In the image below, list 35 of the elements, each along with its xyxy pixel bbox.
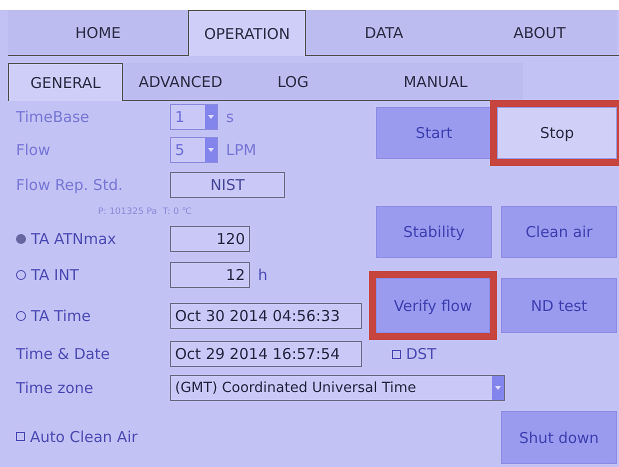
dropdown[interactable]: (GMT) Coordinated Universal Time bbox=[170, 374, 505, 400]
field-label: Time zone bbox=[16, 378, 94, 396]
main-tab[interactable]: OPERATION bbox=[188, 10, 306, 56]
field-label: TA ATNmax bbox=[31, 230, 116, 248]
unit-label: s bbox=[226, 108, 234, 126]
radio-button[interactable] bbox=[16, 270, 26, 280]
checkbox[interactable] bbox=[392, 350, 401, 358]
field-label: Time & Date bbox=[16, 345, 110, 363]
radio-button[interactable] bbox=[16, 234, 26, 244]
field-label: Auto Clean Air bbox=[30, 428, 138, 446]
field-label: TimeBase bbox=[16, 108, 90, 126]
input-field[interactable]: Oct 29 2014 16:57:54 bbox=[170, 341, 362, 367]
caret-icon bbox=[495, 386, 501, 390]
radio-button[interactable] bbox=[16, 311, 26, 321]
input-field[interactable]: Oct 30 2014 04:56:33 bbox=[170, 303, 362, 329]
sub-tab[interactable]: MANUAL bbox=[348, 63, 523, 101]
field-label: TA Time bbox=[31, 307, 91, 325]
input-field[interactable]: 120 bbox=[170, 226, 250, 252]
main-tab[interactable]: DATA bbox=[306, 10, 462, 56]
unit-label: h bbox=[258, 266, 268, 284]
reference-conditions: P: 101325 Pa T: 0 ℃ bbox=[97, 206, 193, 219]
checkbox[interactable] bbox=[16, 432, 25, 441]
sub-tab[interactable]: GENERAL bbox=[8, 63, 123, 101]
main-tab[interactable]: ABOUT bbox=[462, 10, 617, 56]
field-label: Flow bbox=[16, 141, 50, 159]
sub-tab[interactable]: ADVANCED bbox=[123, 63, 238, 101]
field-label: Flow Rep. Std. bbox=[16, 176, 123, 194]
caret-icon bbox=[208, 148, 214, 152]
unit-label: LPM bbox=[226, 141, 256, 159]
sub-tab[interactable]: LOG bbox=[238, 63, 348, 101]
main-tab[interactable]: HOME bbox=[8, 10, 188, 56]
field-label: TA INT bbox=[31, 266, 79, 284]
input-field[interactable]: 12 bbox=[170, 262, 250, 288]
caret-icon bbox=[208, 115, 214, 119]
checkbox-label: DST bbox=[406, 345, 436, 363]
